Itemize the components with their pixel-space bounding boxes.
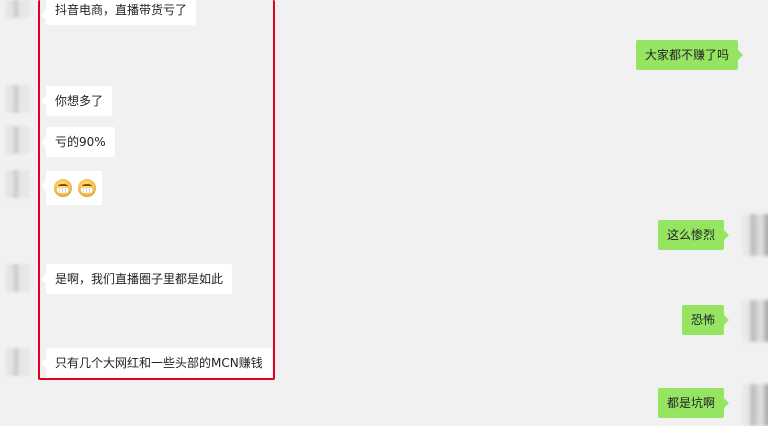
message-text: 你想多了 bbox=[55, 94, 104, 108]
user-avatar[interactable] bbox=[742, 214, 768, 256]
user-avatar[interactable] bbox=[742, 300, 768, 342]
message-text: 都是坑啊 bbox=[666, 396, 715, 410]
message-bubble-incoming[interactable] bbox=[41, 171, 102, 205]
user-avatar[interactable] bbox=[742, 384, 768, 426]
message-bubble-outgoing[interactable]: 恐怖 bbox=[681, 305, 730, 335]
contact-avatar[interactable] bbox=[6, 348, 30, 376]
message-text: 亏的90% bbox=[55, 135, 106, 149]
contact-avatar[interactable] bbox=[6, 126, 30, 154]
message-bubble-outgoing[interactable]: 大家都不赚了吗 bbox=[635, 40, 744, 70]
message-bubble-outgoing[interactable]: 这么惨烈 bbox=[657, 220, 730, 250]
contact-avatar[interactable] bbox=[6, 264, 30, 292]
message-text: 恐怖 bbox=[690, 313, 715, 327]
message-text: 是啊，我们直播圈子里都是如此 bbox=[55, 272, 224, 286]
message-bubble-incoming[interactable]: 抖音电商，直播带货亏了 bbox=[40, 0, 197, 25]
message-bubble-incoming[interactable]: 亏的90% bbox=[41, 127, 115, 157]
grin-emoji-icon bbox=[78, 179, 96, 197]
contact-avatar[interactable] bbox=[6, 170, 30, 198]
message-bubble-incoming[interactable]: 是啊，我们直播圈子里都是如此 bbox=[40, 264, 233, 294]
contact-avatar[interactable] bbox=[6, 0, 30, 18]
contact-avatar[interactable] bbox=[6, 85, 30, 113]
grin-emoji-icon bbox=[54, 179, 72, 197]
message-text: 抖音电商，直播带货亏了 bbox=[55, 3, 188, 17]
message-bubble-incoming[interactable]: 你想多了 bbox=[40, 86, 113, 116]
message-text: 大家都不赚了吗 bbox=[644, 48, 729, 62]
message-text: 只有几个大网红和一些头部的MCN赚钱 bbox=[55, 356, 263, 370]
message-bubble-incoming[interactable]: 只有几个大网红和一些头部的MCN赚钱 bbox=[41, 348, 272, 378]
message-text: 这么惨烈 bbox=[666, 228, 715, 242]
chat-window: 抖音电商，直播带货亏了 你想多了 亏的90% 是啊，我们直播圈子里都是如此 只有… bbox=[0, 0, 768, 426]
